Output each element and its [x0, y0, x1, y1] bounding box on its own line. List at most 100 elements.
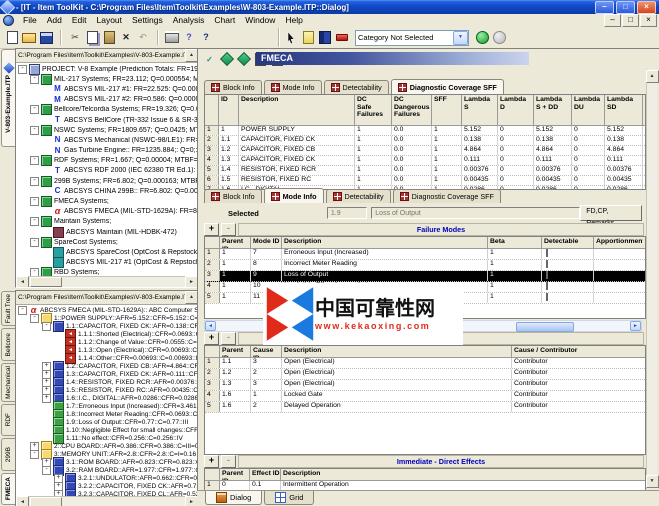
scrollbar-thumb[interactable]	[30, 497, 62, 506]
tree-item[interactable]: ABCSYS BellCore (TR-332 Issue 6 & SR-332	[16, 115, 198, 125]
tab[interactable]: Detectability	[323, 80, 389, 94]
scroll-left-icon[interactable]: ◄	[16, 495, 29, 506]
pointer-icon[interactable]	[284, 31, 298, 44]
tree-item[interactable]: + 1.6::I.C., DIGITAL::AFR=0.0286::CFR=0.…	[16, 392, 198, 404]
menu-item[interactable]: Window	[240, 14, 280, 27]
tab[interactable]: Mode Info	[263, 188, 324, 203]
remove-row-button[interactable]: -	[221, 222, 236, 236]
scrollbar-thumb[interactable]	[516, 322, 574, 332]
scrollbar-thumb[interactable]	[30, 277, 62, 287]
dialog-vscrollbar[interactable]: ▲ ▼	[645, 69, 659, 489]
tree-item[interactable]: 1.7::Erroneous Input (Increased)::CFR=3.…	[16, 400, 198, 412]
table-row[interactable]: 3 1.2 CAPACITOR, FIXED CB 1 0.0 1 4.864 …	[205, 146, 645, 156]
tree-item[interactable]: - RBD Systems;	[16, 267, 198, 276]
context-help-icon[interactable]: ?	[199, 31, 213, 44]
expand-toggle[interactable]: -	[30, 125, 39, 135]
scroll-right-icon[interactable]: ►	[630, 321, 641, 331]
category-dropdown[interactable]: Category Not Selected ▼	[355, 29, 469, 46]
expand-toggle[interactable]: -	[30, 268, 39, 276]
book-icon[interactable]	[318, 31, 332, 44]
print-icon[interactable]	[165, 31, 179, 44]
cause-row[interactable]: 5 1.6 2 Delayed Operation Contributor	[205, 402, 645, 413]
tree-item[interactable]: ABCSYS MIL-217 #2: FR=0.586: Q=0.00003	[16, 95, 198, 105]
add-row-button[interactable]: +	[204, 454, 219, 468]
failure-mode-row[interactable]: 1 1 7 Erroneous Input (Increased) 1	[205, 249, 645, 260]
expand-toggle[interactable]: -	[30, 74, 39, 84]
go-icon[interactable]	[475, 31, 489, 44]
module-tab[interactable]: Fault Tree	[1, 291, 15, 327]
tab[interactable]: Block Info	[204, 189, 262, 203]
tree-item[interactable]: ABCSYS CHINA 299B:: FR=6.802: Q=0.000	[16, 186, 198, 196]
tree-item[interactable]: ABCSYS SpareCost (OptCost & Repstock): F	[16, 246, 198, 258]
mdi-minimize-button[interactable]: –	[604, 14, 621, 27]
cut-icon[interactable]: ✂	[68, 31, 82, 44]
mdi-close-button[interactable]: ×	[640, 14, 657, 27]
undo-icon[interactable]: ↶	[136, 31, 150, 44]
add-row-button[interactable]: +	[204, 222, 219, 236]
tree-item[interactable]: ABCSYS MIL-217 #1 (OptCost & Repstock):	[16, 257, 198, 269]
scroll-down-icon[interactable]: ▼	[645, 475, 659, 488]
module-tab[interactable]: FMECA	[1, 472, 15, 506]
tree-item[interactable]: - 299B Systems; FR=6.802; Q=0.000163; MT…	[16, 175, 198, 187]
menu-item[interactable]: Edit	[67, 14, 92, 27]
tree-item[interactable]: + 3.2.2::CAPACITOR, FIXED CK::AFR=0.71	[16, 480, 198, 492]
tree-item[interactable]: - RDF Systems; FR=1.667; Q=0.00004; MTBF…	[16, 155, 198, 167]
dropdown-arrow-icon[interactable]: ▼	[453, 30, 468, 45]
expand-toggle[interactable]: -	[30, 105, 39, 115]
cause-row[interactable]: 4 1.6 1 Locked Gate Contributor	[205, 391, 645, 402]
remove-row-button[interactable]: -	[221, 331, 236, 345]
tree-item[interactable]: ABCSYS Mechanical (NSWC-98/LE1): FR=	[16, 135, 198, 145]
detectable-checkbox[interactable]	[546, 271, 548, 279]
tree-item[interactable]: - NSWC Systems; FR=1809.657; Q=0.0425; M…	[16, 124, 198, 136]
expand-toggle[interactable]: -	[30, 449, 39, 459]
menu-item[interactable]: Chart	[209, 14, 240, 27]
scroll-up-icon[interactable]: ▲	[645, 70, 659, 83]
tab[interactable]: Diagnostic Coverage SFF	[390, 79, 504, 94]
expand-toggle[interactable]: -	[30, 237, 39, 247]
stop-icon[interactable]	[492, 31, 506, 44]
selected-id-field[interactable]: 1.9	[326, 207, 368, 219]
minimize-button[interactable]: –	[595, 0, 614, 14]
remove-row-button[interactable]: -	[221, 454, 236, 468]
expand-toggle[interactable]: -	[30, 217, 39, 227]
tree-item[interactable]: ABCSYS MIL-217 #1: FR=22.525: Q=0.0005	[16, 84, 198, 94]
expand-toggle[interactable]: +	[42, 393, 51, 403]
cause-row[interactable]: 3 1.3 3 Open (Electrical) Contributor	[205, 380, 645, 391]
expand-toggle[interactable]: -	[42, 321, 51, 331]
note-icon[interactable]	[301, 31, 315, 44]
detectable-checkbox[interactable]	[546, 282, 548, 290]
expand-toggle[interactable]: -	[42, 465, 51, 475]
project-tree-hscrollbar[interactable]: ◄ ►	[16, 275, 198, 287]
menu-item[interactable]: File	[18, 14, 42, 27]
tab[interactable]: Block Info	[204, 80, 262, 94]
tree-item[interactable]: - 1.1::CAPACITOR, FIXED CK::AFR=0.138::C…	[16, 320, 198, 332]
tree-item[interactable]: ABCSYS RDF 2000 (IEC 62380 TR Ed.1): F	[16, 166, 198, 176]
menu-item[interactable]: Add	[42, 14, 67, 27]
table-row[interactable]: 6 1.5 RESISTOR, FIXED RC 1 0.0 1 0.00435…	[205, 176, 645, 186]
fmeca-tree-hscrollbar[interactable]: ◄ ►	[16, 495, 198, 506]
apply-icon[interactable]: ✓	[203, 53, 216, 66]
tree-item[interactable]: ABCSYS FMECA (MIL-STD-1629A): FR=8.33	[16, 207, 198, 217]
open-icon[interactable]	[22, 31, 36, 44]
detectable-checkbox[interactable]	[546, 260, 548, 268]
tab-project-file[interactable]: V-803-Example.ITP	[1, 49, 15, 147]
table-row[interactable]: 1 1 POWER SUPPLY 1 0.0 1 5.152 0 5.152 0…	[205, 126, 645, 136]
tree-item[interactable]: 1.1.1::Shorted (Electrical)::CFR=0.0693:…	[16, 328, 198, 340]
cause-row[interactable]: 2 1.2 2 Open (Electrical) Contributor	[205, 369, 645, 380]
paste-icon[interactable]	[102, 31, 116, 44]
tree-item[interactable]: 1.10::Negligible Effect for small change…	[16, 424, 198, 436]
tab-grid[interactable]: Grid	[264, 491, 315, 505]
scroll-left-icon[interactable]: ◄	[16, 275, 29, 287]
tab[interactable]: Diagnostic Coverage SFF	[392, 189, 501, 203]
tree-item[interactable]: - PROJECT: V-8 Example (Prediction Total…	[16, 63, 198, 75]
module-tab[interactable]: Bellcore	[1, 328, 15, 361]
expand-toggle[interactable]: -	[30, 176, 39, 186]
close-button[interactable]: ×	[637, 0, 656, 14]
tree-item[interactable]: - 3.2::RAM BOARD::AFR=1.977::CFR=1.977::…	[16, 464, 198, 476]
tree-item[interactable]: 1.1.2::Change of Value::CFR=0.0555::C=	[16, 336, 198, 348]
scroll-left-icon[interactable]: ◄	[205, 321, 216, 331]
add-row-button[interactable]: +	[204, 331, 219, 345]
expand-toggle[interactable]: -	[30, 197, 39, 207]
tree-item[interactable]: 1.1.3::Open (Electrical)::CFR=0.00693::C…	[16, 344, 198, 356]
tree-item[interactable]: + 3.2.1::UNDULATOR::AFR=0.662::CFR=0	[16, 472, 198, 484]
